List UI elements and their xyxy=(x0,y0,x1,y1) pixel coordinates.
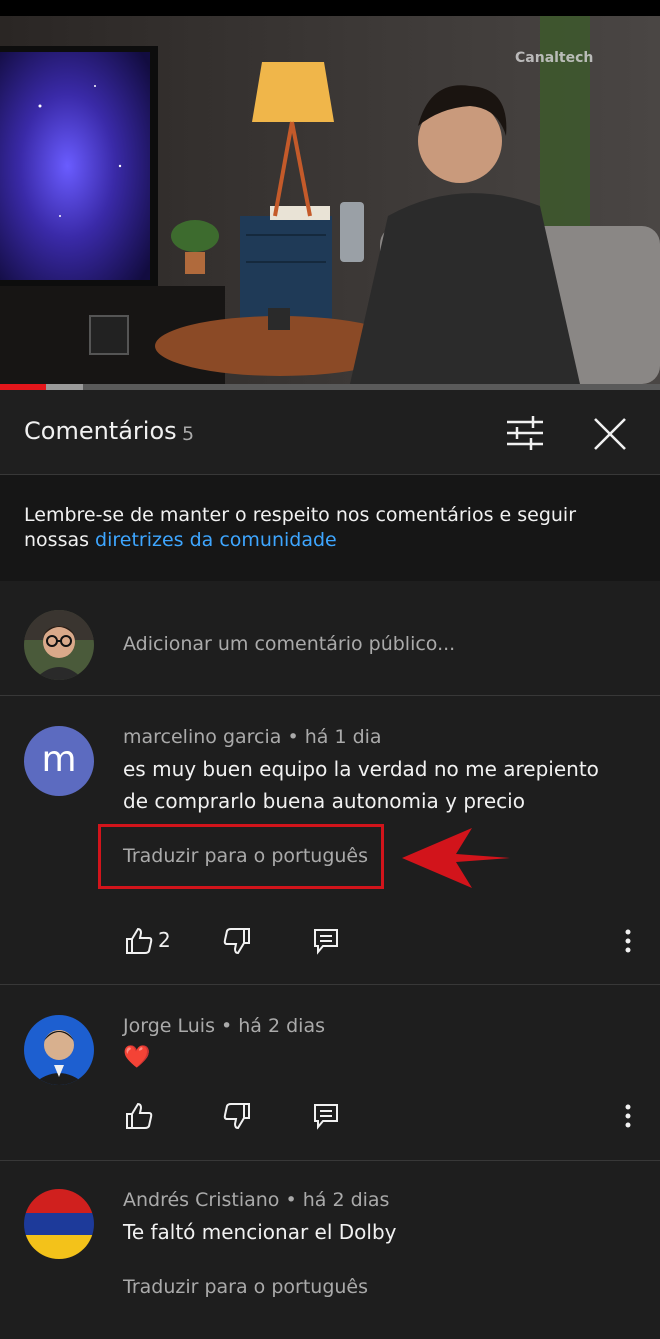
guidelines-link[interactable]: diretrizes da comunidade xyxy=(95,529,337,551)
comment-item: Andrés Cristiano • há 2 dias Te faltó me… xyxy=(0,1161,660,1339)
comment-author[interactable]: marcelino garcia xyxy=(123,726,281,748)
user-avatar xyxy=(24,610,94,680)
comment-actions: 2 xyxy=(0,926,660,966)
comment-meta: marcelino garcia • há 1 dia xyxy=(123,726,382,748)
video-frame: Canaltech xyxy=(0,16,660,384)
add-comment-input[interactable]: Adicionar um comentário público... xyxy=(123,633,455,655)
comment-item: Jorge Luis • há 2 dias ❤️ xyxy=(0,985,660,1161)
annotation-highlight-box xyxy=(98,824,384,889)
comment-text: es muy buen equipo la verdad no me arepi… xyxy=(123,757,599,813)
video-player[interactable]: Canaltech xyxy=(0,16,660,384)
notice-text: Lembre-se de manter o respeito nos comen… xyxy=(24,504,577,551)
status-bar xyxy=(0,0,660,16)
dislike-icon[interactable] xyxy=(222,1101,252,1131)
dislike-icon[interactable] xyxy=(222,926,252,956)
translate-button[interactable]: Traduzir para o português xyxy=(123,1276,368,1298)
community-guidelines-notice: Lembre-se de manter o respeito nos comen… xyxy=(0,475,660,581)
reply-icon[interactable] xyxy=(311,1101,341,1131)
avatar[interactable]: m xyxy=(24,726,94,796)
comment-meta: Andrés Cristiano • há 2 dias xyxy=(123,1189,390,1211)
avatar[interactable] xyxy=(24,1015,94,1085)
comment-time: há 2 dias xyxy=(238,1015,325,1037)
like-icon[interactable] xyxy=(124,926,154,956)
like-icon[interactable] xyxy=(124,1101,154,1131)
comments-title: Comentários xyxy=(24,417,177,445)
avatar[interactable] xyxy=(24,1189,94,1259)
more-options-icon[interactable] xyxy=(616,1101,640,1131)
comment-actions xyxy=(0,1101,660,1141)
sort-filter-icon[interactable] xyxy=(505,414,545,452)
comment-text: ❤️ xyxy=(123,1045,151,1070)
like-count: 2 xyxy=(158,928,171,952)
comment-text: Te faltó mencionar el Dolby xyxy=(123,1220,397,1244)
add-comment-row[interactable]: Adicionar um comentário público... xyxy=(0,582,660,696)
comments-header: Comentários 5 xyxy=(0,390,660,475)
more-options-icon[interactable] xyxy=(616,926,640,956)
watermark: Canaltech xyxy=(515,50,593,66)
reply-icon[interactable] xyxy=(311,926,341,956)
close-icon[interactable] xyxy=(592,416,628,452)
comment-author[interactable]: Andrés Cristiano xyxy=(123,1189,279,1211)
annotation-arrow-icon xyxy=(402,828,510,888)
comments-count: 5 xyxy=(182,423,195,445)
comment-time: há 2 dias xyxy=(302,1189,390,1211)
comment-author[interactable]: Jorge Luis xyxy=(123,1015,215,1037)
comment-time: há 1 dia xyxy=(304,726,382,748)
comment-meta: Jorge Luis • há 2 dias xyxy=(123,1015,325,1037)
